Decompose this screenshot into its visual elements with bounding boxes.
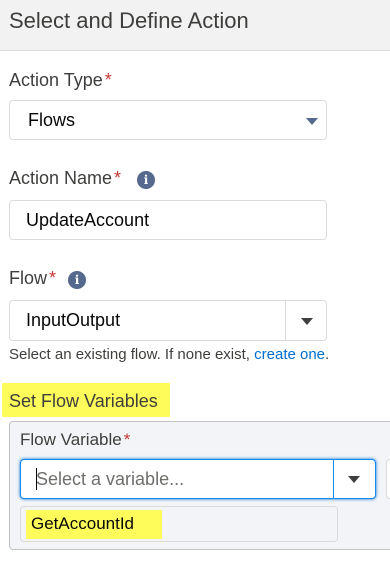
text-cursor [36, 468, 37, 490]
flow-variable-value-box[interactable]: GetAccountId [20, 506, 338, 542]
required-asterisk: * [49, 268, 57, 288]
chevron-down-icon[interactable] [301, 318, 313, 325]
create-one-link[interactable]: create one [254, 346, 325, 363]
action-type-label: Action Type * [9, 70, 112, 90]
flow-variable-value: GetAccountId [31, 514, 135, 533]
required-asterisk: * [114, 168, 122, 188]
flow-combobox[interactable]: InputOutput [9, 300, 327, 341]
flow-label: Flow * [9, 268, 57, 288]
chevron-down-icon [306, 118, 318, 125]
action-name-label: Action Name * [9, 168, 122, 188]
action-name-input[interactable]: UpdateAccount [9, 200, 327, 240]
action-type-select[interactable]: Flows [9, 100, 327, 140]
info-icon[interactable]: i [137, 171, 155, 189]
flow-variable-placeholder: Select a variable... [36, 469, 185, 489]
required-asterisk: * [104, 70, 112, 90]
flow-helper-text: Select an existing flow. If none exist, … [9, 346, 330, 363]
adjacent-field[interactable] [386, 459, 390, 499]
action-type-value: Flows [28, 110, 76, 130]
required-asterisk: * [123, 430, 131, 449]
flow-variable-combobox[interactable]: Select a variable... [20, 459, 376, 499]
info-icon[interactable]: i [68, 271, 86, 289]
section-title: Set Flow Variables [9, 391, 158, 411]
combobox-divider [285, 301, 286, 340]
flow-value: InputOutput [26, 310, 121, 330]
combobox-divider [333, 460, 334, 498]
chevron-down-icon[interactable] [348, 476, 360, 483]
flow-variable-label: Flow Variable * [20, 430, 131, 449]
action-name-value: UpdateAccount [26, 210, 150, 230]
page-title: Select and Define Action [9, 8, 249, 33]
modal-header: Select and Define Action [0, 0, 390, 51]
